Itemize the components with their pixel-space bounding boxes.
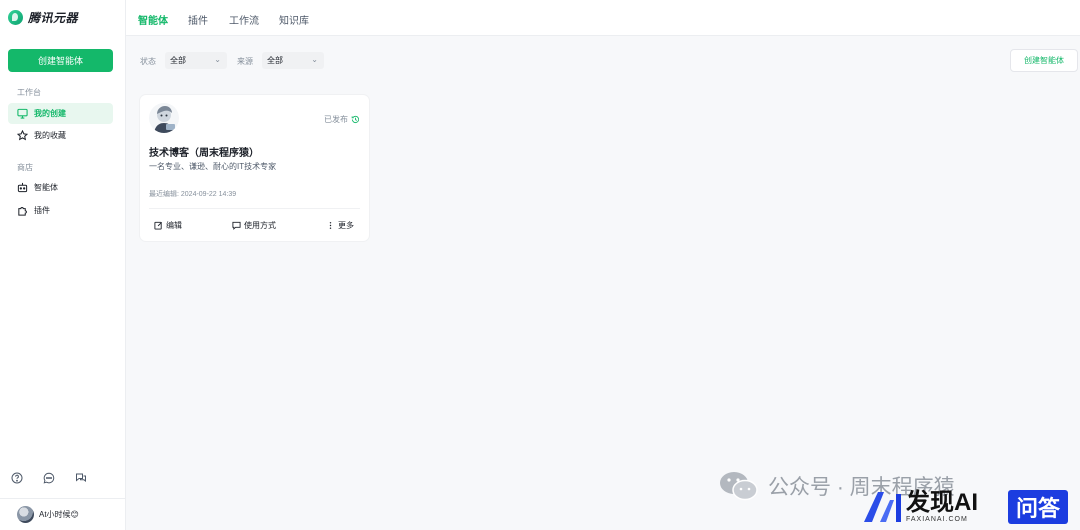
faxian-ai-logo-icon: [864, 492, 901, 522]
faxian-subtitle: FAXIANAI.COM: [906, 515, 968, 523]
status-text: 已发布: [324, 115, 348, 124]
usage-button[interactable]: 使用方式: [232, 220, 276, 231]
card-divider: [149, 208, 360, 209]
sidebar-item-my-creations[interactable]: 我的创建: [8, 103, 113, 124]
faxian-ai-watermark: 发现AI FAXIANAI.COM 问答: [860, 482, 1080, 530]
faxian-text-group: 发现AI FAXIANAI.COM: [906, 488, 978, 523]
tab-agents[interactable]: 智能体: [138, 12, 168, 27]
agent-description: 一名专业、谦逊、耐心的IT技术专家: [149, 162, 277, 171]
sidebar-item-label: 我的收藏: [34, 131, 66, 140]
last-edited: 最近编辑: 2024-09-22 14:39: [149, 191, 237, 198]
comment-icon: [232, 221, 241, 230]
status-filter-select[interactable]: 全部 ⌄: [165, 52, 227, 69]
logo-text: 腾讯元器: [28, 11, 79, 25]
usage-label: 使用方式: [244, 221, 276, 230]
tab-plugins[interactable]: 插件: [188, 12, 208, 27]
more-button[interactable]: 更多: [326, 220, 354, 231]
monitor-icon: [17, 108, 28, 119]
wechat-logo-icon: [720, 472, 758, 501]
status-filter-value: 全部: [170, 56, 186, 65]
sidebar: 腾讯元器 创建智能体 工作台 我的创建 我的收藏 商店 智能体 插件 At小时候…: [0, 0, 126, 530]
edit-button[interactable]: 编辑: [154, 220, 182, 231]
chevron-down-icon: ⌄: [214, 55, 221, 64]
chat-icon[interactable]: [43, 472, 55, 484]
sidebar-item-label: 智能体: [34, 183, 58, 192]
agent-title: 技术博客（周末程序猿）: [149, 148, 259, 159]
faxian-title: 发现AI: [906, 488, 978, 516]
help-icon[interactable]: [11, 472, 23, 484]
logo-icon: [8, 10, 23, 25]
user-profile[interactable]: At小时候😊: [0, 498, 126, 530]
tab-workflows[interactable]: 工作流: [229, 12, 259, 27]
history-icon[interactable]: [351, 115, 360, 124]
robot-icon: [17, 182, 28, 193]
sidebar-item-agents[interactable]: 智能体: [8, 177, 113, 198]
top-nav: 智能体 插件 工作流 知识库: [126, 0, 1080, 36]
edit-icon: [154, 221, 162, 230]
sidebar-item-my-favorites[interactable]: 我的收藏: [8, 125, 113, 146]
agent-avatar-image: [154, 106, 175, 133]
star-icon: [17, 130, 28, 141]
publish-status: 已发布: [324, 114, 360, 125]
create-agent-button[interactable]: 创建智能体: [8, 49, 113, 72]
sidebar-item-label: 插件: [34, 206, 50, 215]
more-icon: [329, 222, 332, 229]
status-filter-label: 状态: [140, 57, 156, 66]
sidebar-item-plugins[interactable]: 插件: [8, 200, 113, 221]
agent-avatar: [149, 103, 179, 133]
source-filter-label: 来源: [237, 57, 253, 66]
section-label-store: 商店: [17, 163, 33, 172]
avatar: [17, 506, 34, 523]
section-label-workbench: 工作台: [17, 88, 41, 97]
wenda-badge: 问答: [1008, 490, 1068, 524]
edit-label: 编辑: [166, 221, 182, 230]
puzzle-icon: [18, 207, 27, 216]
user-name: At小时候😊: [39, 510, 79, 519]
agent-card[interactable]: 已发布 技术博客（周末程序猿） 一名专业、谦逊、耐心的IT技术专家 最近编辑: …: [140, 95, 369, 241]
sidebar-item-label: 我的创建: [34, 109, 66, 118]
app-logo[interactable]: 腾讯元器: [8, 9, 78, 26]
more-label: 更多: [338, 221, 354, 230]
messages-icon[interactable]: [75, 472, 87, 484]
source-filter-value: 全部: [267, 56, 283, 65]
chevron-down-icon: ⌄: [311, 55, 318, 64]
source-filter-select[interactable]: 全部 ⌄: [262, 52, 324, 69]
create-agent-button-secondary[interactable]: 创建智能体: [1010, 49, 1078, 72]
sidebar-bottom-icons: [11, 472, 87, 484]
tab-knowledge-base[interactable]: 知识库: [279, 12, 309, 27]
